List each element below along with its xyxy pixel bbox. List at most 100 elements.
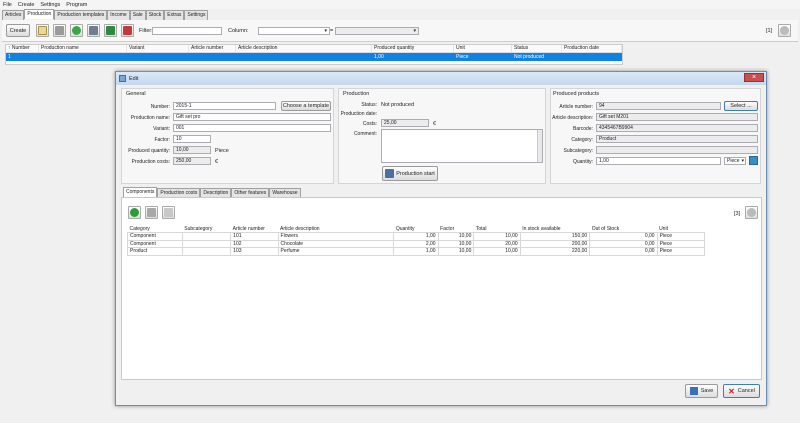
tab-articles[interactable]: Articles (2, 10, 25, 20)
variant-label: Variant: (153, 126, 170, 132)
column-header[interactable]: Out of Stock (589, 225, 658, 233)
create-button[interactable]: Create (6, 24, 30, 37)
column-header[interactable]: Factor (438, 225, 474, 233)
table-row[interactable]: Component 102 Chocolate 2,00 10,00 20,00… (127, 239, 706, 248)
delete-component-button[interactable] (145, 206, 158, 219)
column-header[interactable]: Variant (127, 45, 189, 52)
table-row[interactable]: 1 1,00 Piece Not produced (6, 53, 622, 61)
column-header[interactable]: Article description (236, 45, 372, 52)
table-cell: 2,00 (393, 239, 439, 248)
export-excel-button[interactable] (104, 24, 117, 37)
filter-input[interactable] (152, 27, 222, 35)
tab-stock[interactable]: Stock (145, 10, 165, 20)
production-name-field[interactable]: Gift set pro (173, 113, 331, 121)
tab-settings[interactable]: Settings (184, 10, 209, 20)
column-header[interactable]: Status (512, 45, 562, 52)
select-article-button[interactable]: Select ... (724, 101, 758, 111)
variant-field[interactable]: 001 (173, 124, 331, 132)
table-cell (181, 247, 232, 256)
tab-production[interactable]: Production (24, 9, 55, 19)
table-row[interactable]: Component 101 Flowers 1,00 10,00 10,00 1… (127, 232, 706, 241)
column-header[interactable]: Quantity (393, 225, 439, 233)
column-select[interactable]: ▾ (258, 27, 330, 35)
column-header[interactable]: Subcategory (182, 225, 231, 233)
save-button[interactable]: Save (685, 384, 718, 398)
column-header[interactable]: Unit (454, 45, 512, 52)
table-cell: 10,00 (437, 239, 475, 248)
table-cell: Not produced (514, 54, 545, 60)
subcategory-label: Subcategory: (563, 148, 593, 154)
table-cell: 1 (8, 54, 11, 60)
tab-income[interactable]: Income (107, 10, 130, 20)
edit-dialog: Edit × General Number: 2015-1 Choose a t… (115, 71, 767, 406)
choose-template-button[interactable]: Choose a template (281, 101, 331, 111)
comment-textarea[interactable] (381, 129, 543, 163)
column-header[interactable]: Article description (278, 225, 394, 233)
tab-production-templates[interactable]: Production templates (54, 10, 108, 20)
table-cell: 0,00 (589, 232, 658, 241)
delete-button[interactable] (53, 24, 66, 37)
menu-program[interactable]: Program (63, 2, 90, 8)
unit-select[interactable]: Piece ▾ (724, 157, 746, 165)
menu-create[interactable]: Create (15, 2, 38, 8)
table-cell: 10,00 (437, 247, 475, 256)
subcategory-field (596, 146, 758, 154)
add-component-button[interactable] (128, 206, 141, 219)
quantity-field[interactable]: 1,00 (596, 157, 721, 165)
print-button[interactable] (87, 24, 100, 37)
tab-sale[interactable]: Sale (129, 10, 146, 20)
menu-settings[interactable]: Settings (37, 2, 63, 8)
column-header[interactable]: Production date (562, 45, 622, 52)
close-button[interactable]: × (744, 73, 764, 82)
comment-scrollbar[interactable] (537, 130, 542, 162)
tab-production-costs[interactable]: Production costs (157, 188, 201, 197)
table-cell: Component (127, 239, 183, 248)
column-header[interactable]: Category (127, 225, 183, 233)
column-header[interactable]: In stock available (520, 225, 590, 233)
trash-icon (55, 26, 64, 35)
tab-other-features[interactable]: Other features (231, 188, 270, 197)
table-cell (181, 232, 232, 241)
tab-extras[interactable]: Extras (164, 10, 185, 20)
component-settings-button[interactable] (745, 206, 758, 219)
column-header[interactable]: Produced quantity (372, 45, 454, 52)
table-cell (562, 53, 622, 61)
table-header: Category Subcategory Article number Arti… (127, 225, 705, 233)
barcode-field: 4345467B9904 (596, 124, 758, 132)
table-cell (181, 239, 232, 248)
tools-icon (385, 169, 395, 178)
article-number-label: Article number: (559, 104, 593, 110)
add-icon (130, 208, 139, 217)
produced-quantity-unit: Piece (215, 148, 229, 154)
general-group: General Number: 2015-1 Choose a template… (121, 88, 334, 184)
column-header[interactable]: Unit (657, 225, 705, 233)
column-header[interactable]: ↑ Number (6, 45, 39, 52)
table-cell: Piece (656, 232, 706, 241)
column-header[interactable]: Article number (230, 225, 279, 233)
factor-field[interactable]: 10 (173, 135, 211, 143)
cancel-button[interactable]: ✕ Cancel (723, 384, 760, 398)
component-count: [3] (734, 211, 741, 217)
tab-components[interactable]: Components (123, 187, 158, 197)
production-start-button[interactable]: Production start (382, 166, 438, 181)
dialog-titlebar[interactable]: Edit (116, 72, 766, 85)
produced-products-group: Produced products Article number: 94 Sel… (550, 88, 761, 184)
number-field[interactable]: 2015-1 (173, 102, 276, 110)
filter-value-select[interactable]: ▾ (335, 27, 419, 35)
export-pdf-button[interactable] (121, 24, 134, 37)
refresh-button[interactable] (70, 24, 83, 37)
menu-file[interactable]: File (0, 2, 15, 8)
column-header[interactable]: Production name (39, 45, 127, 52)
tab-warehouse[interactable]: Warehouse (269, 188, 301, 197)
table-cell: 200,00 (519, 239, 591, 248)
column-header[interactable]: Total (473, 225, 521, 233)
tab-description[interactable]: Description (200, 188, 232, 197)
edit-component-button[interactable] (162, 206, 175, 219)
calculator-icon[interactable] (749, 156, 758, 165)
table-cell: 150,00 (519, 232, 591, 241)
settings-button[interactable] (778, 24, 791, 37)
column-header[interactable]: Article number (189, 45, 236, 52)
table-row[interactable]: Product 103 Perfume 1,00 10,00 10,00 220… (127, 247, 706, 256)
edit-button[interactable] (36, 24, 49, 37)
article-description-field: Gift set M201 (596, 113, 758, 121)
